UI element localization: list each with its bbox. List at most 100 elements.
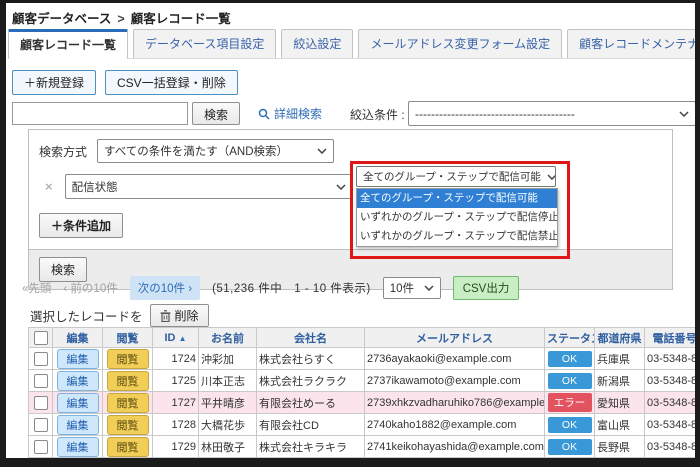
search-input[interactable] (12, 102, 188, 125)
filter-condition-select[interactable]: ---------------------------------------- (408, 101, 695, 126)
pagination-summary: (51,236 件中 1 - 10 件表示) (212, 283, 371, 295)
row-status-cell: OK (544, 413, 595, 436)
delivery-status-value: 全てのグループ・ステップで配信可能 (363, 171, 541, 183)
new-record-button[interactable]: ＋新規登録 (12, 70, 97, 95)
status-badge: OK (547, 416, 592, 433)
row-checkbox[interactable] (33, 351, 48, 366)
header-name: お名前 (198, 327, 257, 348)
table-row: 編集 閲覧 1727 平井晴彦 有限会社めーる 2739xhkzvadharuh… (28, 391, 695, 414)
table-row: 編集 閲覧 1729 林田敬子 株式会社キラキラ 2741keikohayash… (28, 435, 695, 458)
row-edit-cell: 編集 (52, 369, 103, 392)
record-phone: 03-5348-8070 (644, 391, 695, 414)
records-tbody: 編集 閲覧 1724 沖彩加 株式会社らすく 2736ayakaoki@exam… (28, 347, 695, 458)
status-badge: OK (547, 350, 592, 367)
breadcrumb-parent[interactable]: 顧客データベース (12, 12, 111, 26)
record-id: 1725 (152, 369, 199, 392)
search-method-value: すべての条件を満たす（AND検索） (104, 146, 289, 158)
row-checkbox[interactable] (33, 439, 48, 454)
csv-export-button[interactable]: CSV出力 (452, 276, 520, 300)
per-page-select[interactable]: 10件 (382, 277, 441, 299)
status-badge: OK (547, 438, 592, 455)
tab-customer-record-maintenance[interactable]: 顧客レコードメンテナンス (567, 29, 695, 58)
row-view-cell: 閲覧 (102, 413, 153, 436)
row-checkbox-cell (28, 435, 53, 458)
per-page-value: 10件 (389, 283, 414, 295)
record-email: 2739xhkzvadharuhiko786@example.com (364, 391, 545, 414)
select-all-header (28, 327, 53, 348)
edit-button[interactable]: 編集 (56, 392, 99, 413)
search-button[interactable]: 検索 (192, 102, 241, 125)
tab-email-change-form-settings[interactable]: メールアドレス変更フォーム設定 (358, 29, 563, 58)
view-button[interactable]: 閲覧 (106, 370, 149, 391)
pagination-next[interactable]: 次の10件 › (129, 276, 201, 300)
record-id: 1728 (152, 413, 199, 436)
view-button[interactable]: 閲覧 (106, 392, 149, 413)
record-phone: 03-5348-8070 (644, 347, 695, 370)
edit-button[interactable]: 編集 (56, 370, 99, 391)
status-badge: OK (547, 372, 592, 389)
csv-bulk-button[interactable]: CSV一括登録・削除 (105, 70, 238, 95)
tab-bar: 顧客レコード一覧 データベース項目設定 絞込設定 メールアドレス変更フォーム設定… (8, 29, 695, 59)
search-row: 検索 詳細検索 絞込条件 : -------------------------… (12, 101, 695, 129)
remove-condition-icon[interactable]: × (45, 179, 53, 194)
header-prefecture: 都道府県 (594, 327, 645, 348)
search-method-select[interactable]: すべての条件を満たす（AND検索） (97, 139, 335, 163)
row-status-cell: エラー (544, 391, 595, 414)
magnifier-icon (258, 108, 270, 120)
row-view-cell: 閲覧 (102, 347, 153, 370)
table-header-row: 編集 閲覧 ID ▲ お名前 会社名 メールアドレス ステータス 都道府県 電話… (28, 327, 695, 348)
record-phone: 03-5348-8070 (644, 435, 695, 458)
advanced-search-label: 詳細検索 (274, 107, 323, 121)
edit-button[interactable]: 編集 (56, 348, 99, 369)
dropdown-option-forbidden[interactable]: いずれかのグループ・ステップで配信禁止 (357, 227, 557, 246)
edit-button[interactable]: 編集 (56, 436, 99, 457)
row-checkbox[interactable] (33, 417, 48, 432)
delete-selected-button[interactable]: 削除 (149, 304, 209, 327)
trash-icon (160, 309, 171, 322)
row-checkbox[interactable] (33, 373, 48, 388)
record-prefecture: 兵庫県 (594, 347, 645, 370)
filter-condition-value: ---------------------------------------- (415, 106, 575, 121)
record-prefecture: 富山県 (594, 413, 645, 436)
tab-filter-settings[interactable]: 絞込設定 (281, 29, 354, 58)
view-button[interactable]: 閲覧 (106, 436, 149, 457)
pagination-first: «先頭 (22, 283, 52, 295)
record-id: 1724 (152, 347, 199, 370)
record-email: 2741keikohayashida@example.com (364, 435, 545, 458)
delete-button-label: 削除 (174, 309, 199, 323)
table-row: 編集 閲覧 1724 沖彩加 株式会社らすく 2736ayakaoki@exam… (28, 347, 695, 370)
condition-field-select[interactable]: 配信状態 (64, 174, 353, 199)
row-view-cell: 閲覧 (102, 435, 153, 458)
tab-customer-record-list[interactable]: 顧客レコード一覧 (8, 29, 129, 59)
row-view-cell: 閲覧 (102, 391, 153, 414)
row-view-cell: 閲覧 (102, 369, 153, 392)
edit-button[interactable]: 編集 (56, 414, 99, 435)
header-id[interactable]: ID ▲ (152, 327, 199, 348)
dropdown-option-paused[interactable]: いずれかのグループ・ステップで配信停止 (357, 208, 557, 227)
breadcrumb: 顧客データベース > 顧客レコード一覧 (12, 8, 231, 27)
record-id: 1727 (152, 391, 199, 414)
delivery-status-select[interactable]: 全てのグループ・ステップで配信可能 (356, 166, 556, 187)
add-condition-button[interactable]: ＋条件追加 (39, 213, 124, 238)
customer-database-page: 顧客データベース > 顧客レコード一覧 顧客レコード一覧 データベース項目設定 絞込… (6, 3, 695, 458)
chevron-down-icon (679, 110, 689, 117)
select-all-checkbox[interactable] (33, 330, 48, 345)
row-checkbox-cell (28, 391, 53, 414)
tab-database-field-settings[interactable]: データベース項目設定 (133, 29, 277, 58)
record-prefecture: 長野県 (594, 435, 645, 458)
table-row: 編集 閲覧 1728 大橋花歩 有限会社CD 2740kaho1882@exam… (28, 413, 695, 436)
record-prefecture: 新潟県 (594, 369, 645, 392)
view-button[interactable]: 閲覧 (106, 414, 149, 435)
record-name: 林田敬子 (198, 435, 257, 458)
chevron-down-icon (424, 285, 434, 291)
record-name: 川本正志 (198, 369, 257, 392)
row-checkbox-cell (28, 369, 53, 392)
row-checkbox[interactable] (33, 395, 48, 410)
view-button[interactable]: 閲覧 (106, 348, 149, 369)
record-phone: 03-5348-8070 (644, 413, 695, 436)
advanced-search-link[interactable]: 詳細検索 (258, 105, 322, 122)
record-company: 株式会社キラキラ (256, 435, 365, 458)
record-id: 1729 (152, 435, 199, 458)
dropdown-option-deliverable[interactable]: 全てのグループ・ステップで配信可能 (357, 189, 557, 208)
filter-condition-label: 絞込条件 : (350, 108, 405, 122)
